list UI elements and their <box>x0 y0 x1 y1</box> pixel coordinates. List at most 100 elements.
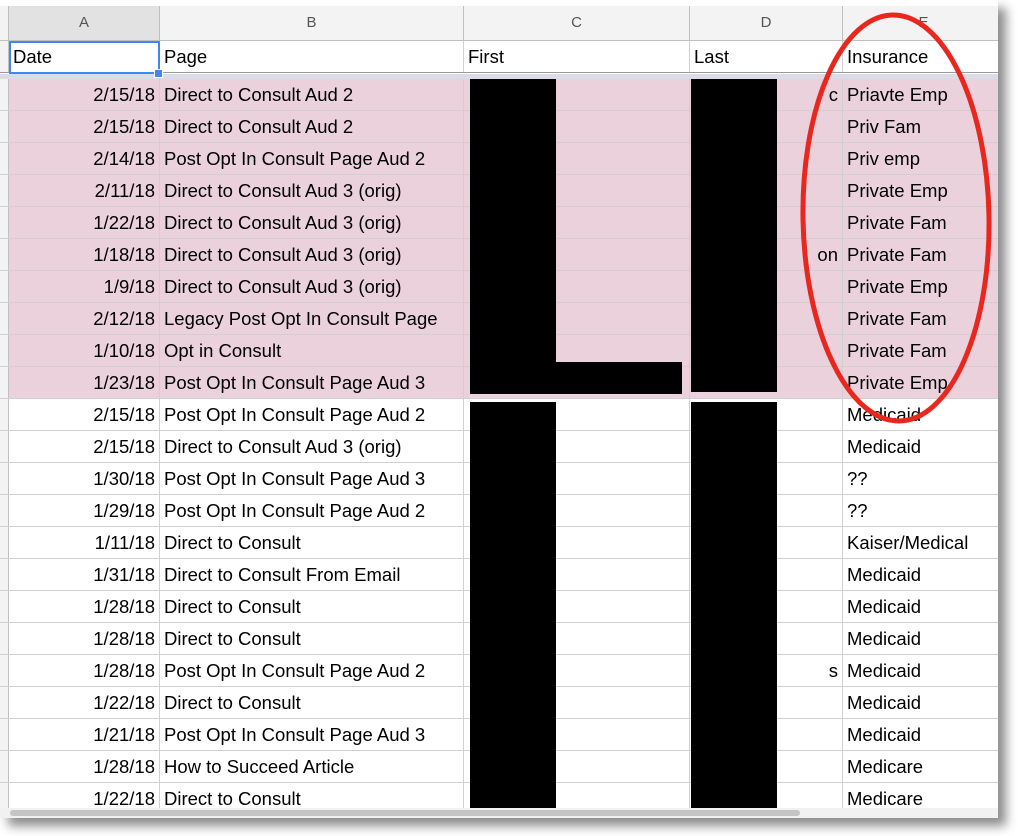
page-cell[interactable]: Post Opt In Consult Page Aud 3 <box>160 719 464 750</box>
row-number[interactable] <box>0 527 9 558</box>
row-number[interactable] <box>0 719 9 750</box>
column-header-e[interactable]: E <box>843 6 998 40</box>
insurance-cell[interactable]: Priavte Emp <box>843 79 998 110</box>
page-cell[interactable]: Direct to Consult Aud 2 <box>160 79 464 110</box>
date-cell[interactable]: 1/28/18 <box>9 751 160 782</box>
page-cell[interactable]: Direct to Consult From Email <box>160 559 464 590</box>
row-number[interactable] <box>0 591 9 622</box>
column-header-b[interactable]: B <box>160 6 464 40</box>
page-cell[interactable]: Direct to Consult Aud 3 (orig) <box>160 271 464 302</box>
insurance-cell[interactable]: Private Emp <box>843 175 998 206</box>
insurance-cell[interactable]: ?? <box>843 495 998 526</box>
page-cell[interactable]: Direct to Consult Aud 2 <box>160 111 464 142</box>
insurance-cell[interactable]: Kaiser/Medical <box>843 527 998 558</box>
insurance-cell[interactable]: Medicaid <box>843 687 998 718</box>
row-number[interactable] <box>0 111 9 142</box>
row-number[interactable] <box>0 239 9 270</box>
column-header-a[interactable]: A <box>9 6 160 40</box>
insurance-cell[interactable]: ?? <box>843 463 998 494</box>
row-number[interactable] <box>0 559 9 590</box>
insurance-cell[interactable]: Private Emp <box>843 367 998 398</box>
fill-handle[interactable] <box>154 69 163 78</box>
date-cell[interactable]: 1/11/18 <box>9 527 160 558</box>
page-cell[interactable]: Direct to Consult Aud 3 (orig) <box>160 239 464 270</box>
date-cell[interactable]: 1/18/18 <box>9 239 160 270</box>
row-number[interactable] <box>0 41 9 72</box>
date-cell[interactable]: 1/10/18 <box>9 335 160 366</box>
row-number[interactable] <box>0 399 9 430</box>
row-number[interactable] <box>0 207 9 238</box>
select-all-corner[interactable] <box>0 6 9 40</box>
page-cell[interactable]: Post Opt In Consult Page Aud 2 <box>160 655 464 686</box>
insurance-cell[interactable]: Medicaid <box>843 655 998 686</box>
date-cell[interactable]: 1/22/18 <box>9 687 160 718</box>
page-cell[interactable]: How to Succeed Article <box>160 751 464 782</box>
date-cell[interactable]: 1/22/18 <box>9 207 160 238</box>
row-number[interactable] <box>0 463 9 494</box>
scrollbar-thumb[interactable] <box>10 810 800 816</box>
date-cell[interactable]: 1/31/18 <box>9 559 160 590</box>
page-cell[interactable]: Direct to Consult <box>160 527 464 558</box>
date-cell[interactable]: 1/9/18 <box>9 271 160 302</box>
insurance-cell[interactable]: Private Fam <box>843 335 998 366</box>
page-cell[interactable]: Direct to Consult <box>160 623 464 654</box>
insurance-cell[interactable]: Private Fam <box>843 207 998 238</box>
insurance-cell[interactable]: Medicaid <box>843 559 998 590</box>
header-date-cell[interactable]: Date <box>9 41 160 72</box>
row-number[interactable] <box>0 751 9 782</box>
date-cell[interactable]: 2/15/18 <box>9 431 160 462</box>
row-number[interactable] <box>0 335 9 366</box>
row-number[interactable] <box>0 175 9 206</box>
date-cell[interactable]: 2/14/18 <box>9 143 160 174</box>
date-cell[interactable]: 1/23/18 <box>9 367 160 398</box>
page-cell[interactable]: Post Opt In Consult Page Aud 3 <box>160 367 464 398</box>
row-number[interactable] <box>0 495 9 526</box>
insurance-cell[interactable]: Private Fam <box>843 303 998 334</box>
horizontal-scrollbar[interactable] <box>0 808 998 818</box>
insurance-cell[interactable]: Medicaid <box>843 591 998 622</box>
page-cell[interactable]: Post Opt In Consult Page Aud 3 <box>160 463 464 494</box>
row-number[interactable] <box>0 431 9 462</box>
date-cell[interactable]: 1/21/18 <box>9 719 160 750</box>
header-insurance-cell[interactable]: Insurance <box>843 41 998 72</box>
column-header-c[interactable]: C <box>464 6 690 40</box>
page-cell[interactable]: Post Opt In Consult Page Aud 2 <box>160 495 464 526</box>
column-header-d[interactable]: D <box>690 6 843 40</box>
page-cell[interactable]: Opt in Consult <box>160 335 464 366</box>
page-cell[interactable]: Post Opt In Consult Page Aud 2 <box>160 143 464 174</box>
insurance-cell[interactable]: Priv Fam <box>843 111 998 142</box>
insurance-cell[interactable]: Medicaid <box>843 399 998 430</box>
page-cell[interactable]: Direct to Consult Aud 3 (orig) <box>160 431 464 462</box>
row-number[interactable] <box>0 367 9 398</box>
page-cell[interactable]: Direct to Consult <box>160 591 464 622</box>
header-page-cell[interactable]: Page <box>160 41 464 72</box>
date-cell[interactable]: 1/28/18 <box>9 623 160 654</box>
date-cell[interactable]: 2/12/18 <box>9 303 160 334</box>
page-cell[interactable]: Direct to Consult <box>160 687 464 718</box>
date-cell[interactable]: 1/30/18 <box>9 463 160 494</box>
date-cell[interactable]: 2/15/18 <box>9 111 160 142</box>
row-number[interactable] <box>0 271 9 302</box>
row-number[interactable] <box>0 623 9 654</box>
row-number[interactable] <box>0 303 9 334</box>
insurance-cell[interactable]: Medicaid <box>843 623 998 654</box>
header-last-cell[interactable]: Last <box>690 41 843 72</box>
page-cell[interactable]: Post Opt In Consult Page Aud 2 <box>160 399 464 430</box>
date-cell[interactable]: 2/15/18 <box>9 79 160 110</box>
date-cell[interactable]: 1/28/18 <box>9 591 160 622</box>
page-cell[interactable]: Legacy Post Opt In Consult Page <box>160 303 464 334</box>
page-cell[interactable]: Direct to Consult Aud 3 (orig) <box>160 175 464 206</box>
row-number[interactable] <box>0 687 9 718</box>
row-number[interactable] <box>0 143 9 174</box>
row-number[interactable] <box>0 655 9 686</box>
date-cell[interactable]: 1/28/18 <box>9 655 160 686</box>
date-cell[interactable]: 1/29/18 <box>9 495 160 526</box>
insurance-cell[interactable]: Private Emp <box>843 271 998 302</box>
insurance-cell[interactable]: Private Fam <box>843 239 998 270</box>
insurance-cell[interactable]: Medicaid <box>843 719 998 750</box>
insurance-cell[interactable]: Medicaid <box>843 431 998 462</box>
row-number[interactable] <box>0 79 9 110</box>
date-cell[interactable]: 2/11/18 <box>9 175 160 206</box>
page-cell[interactable]: Direct to Consult Aud 3 (orig) <box>160 207 464 238</box>
date-cell[interactable]: 2/15/18 <box>9 399 160 430</box>
